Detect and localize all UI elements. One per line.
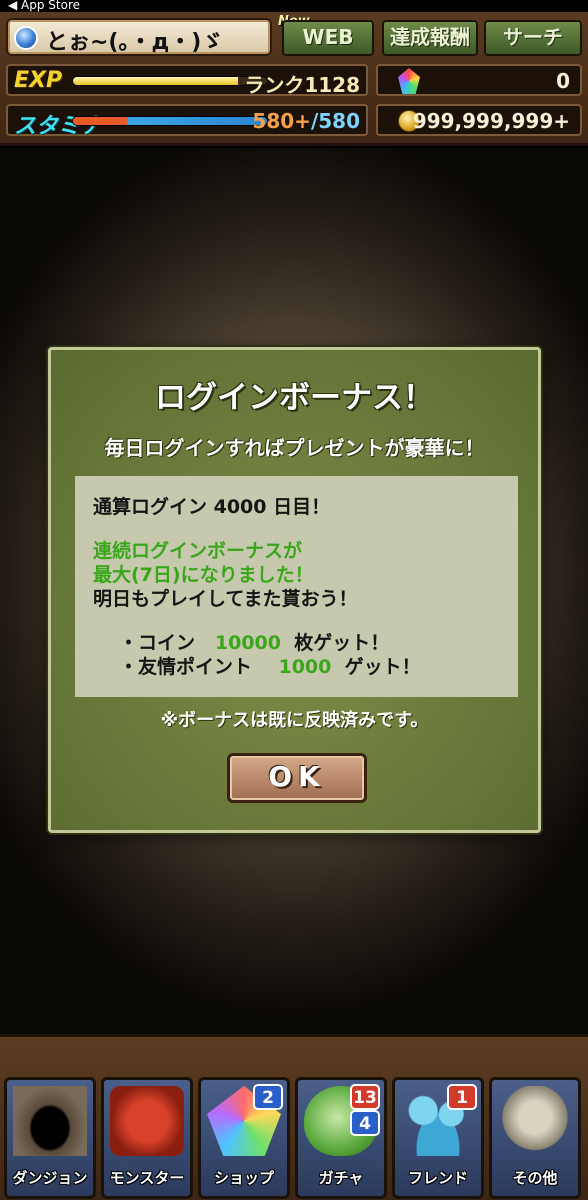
shop-badge: 2 <box>253 1084 283 1110</box>
nav-gacha-label: ガチャ <box>318 1169 364 1187</box>
nav-shop[interactable]: 2 ショップ <box>198 1077 290 1199</box>
gacha-badge-secondary: 4 <box>350 1110 380 1136</box>
magic-stone-icon <box>398 68 420 94</box>
nav-dungeon-label: ダンジョン <box>12 1169 88 1187</box>
dialog-subtitle: 毎日ログインすればプレゼントが豪華に！ <box>104 436 485 460</box>
dungeon-icon <box>13 1086 87 1156</box>
nav-monster-label: モンスター <box>109 1169 185 1187</box>
friend-point-value: 1000 <box>278 656 332 678</box>
streak-text-2: 最大(7日)になりました！ <box>93 564 314 586</box>
player-name-box[interactable]: とぉ~(｡・д・)ゞ <box>6 18 272 56</box>
coin-reward-label: ・コイン <box>119 632 196 654</box>
friend-point-reward: ・友情ポイント 1000 ゲット！ <box>119 652 421 679</box>
stamina-bar <box>72 116 268 126</box>
bonus-note: ※ボーナスは既に反映済みです。 <box>160 710 429 731</box>
achievements-button[interactable]: 達成報酬 <box>382 20 478 56</box>
stamina-row: スタミナ 580+/580 <box>6 104 368 139</box>
bottom-nav: ダンジョン モンスター 2 ショップ 13 4 ガチャ 1 フレンド その他 <box>0 1034 588 1200</box>
player-name: とぉ~(｡・д・)ゞ <box>46 30 224 55</box>
exp-label: EXP <box>14 68 63 93</box>
bonus-details-panel: 通算ログイン 4000 日目！ 連続ログインボーナスが 最大(7日)になりました… <box>75 476 518 697</box>
gacha-badge: 13 <box>350 1084 380 1110</box>
exp-row: EXP ランク1128 <box>6 64 368 97</box>
nav-monster[interactable]: モンスター <box>101 1077 193 1199</box>
coin-count: 999,999,999+ <box>412 109 570 133</box>
ok-button[interactable]: OK <box>227 753 367 803</box>
friend-badge: 1 <box>447 1084 477 1110</box>
magic-stone-counter[interactable]: 0 <box>376 64 582 96</box>
nav-friend[interactable]: 1 フレンド <box>392 1077 484 1199</box>
streak-text-1: 連続ログインボーナスが <box>93 540 303 562</box>
header: とぉ~(｡・д・)ゞ New WEB 達成報酬 サーチ EXP ランク1128 … <box>0 12 588 146</box>
monster-icon <box>110 1086 184 1156</box>
dialog-title: ログインボーナス！ <box>155 380 434 416</box>
stamina-value: 580+/580 <box>252 109 360 133</box>
app-store-back-link[interactable]: ◀ App Store <box>8 0 80 12</box>
exp-bar-fill <box>73 77 238 85</box>
coin-reward-value: 10000 <box>214 632 281 654</box>
coin-reward-suffix: 枚ゲット！ <box>294 632 390 654</box>
rank-text: ランク1128 <box>244 73 360 97</box>
stamina-bar-fill <box>73 117 267 125</box>
nav-friend-label: フレンド <box>407 1169 468 1187</box>
web-button[interactable]: WEB <box>282 20 374 56</box>
exp-bar <box>72 76 268 86</box>
login-bonus-dialog: ログインボーナス！ 毎日ログインすればプレゼントが豪華に！ 通算ログイン 400… <box>48 347 541 833</box>
friend-point-suffix: ゲット！ <box>344 656 421 678</box>
nav-gacha[interactable]: 13 4 ガチャ <box>295 1077 387 1199</box>
stamina-current: 580+ <box>252 109 311 133</box>
magic-stone-count: 0 <box>556 69 570 93</box>
search-button[interactable]: サーチ <box>484 20 582 56</box>
nav-other-label: その他 <box>512 1169 558 1187</box>
nav-other[interactable]: その他 <box>489 1077 581 1199</box>
total-login-text: 通算ログイン 4000 日目！ <box>93 496 331 518</box>
tomorrow-text: 明日もプレイしてまた貰おう！ <box>93 588 358 610</box>
stamina-max: /580 <box>310 109 360 133</box>
nav-shop-label: ショップ <box>213 1169 274 1187</box>
coin-reward: ・コイン 10000 枚ゲット！ <box>119 628 389 655</box>
nav-dungeon[interactable]: ダンジョン <box>4 1077 96 1199</box>
coin-counter: 999,999,999+ <box>376 104 582 136</box>
other-icon <box>498 1086 572 1156</box>
friend-point-label: ・友情ポイント <box>119 656 253 678</box>
player-attribute-icon <box>14 26 38 50</box>
